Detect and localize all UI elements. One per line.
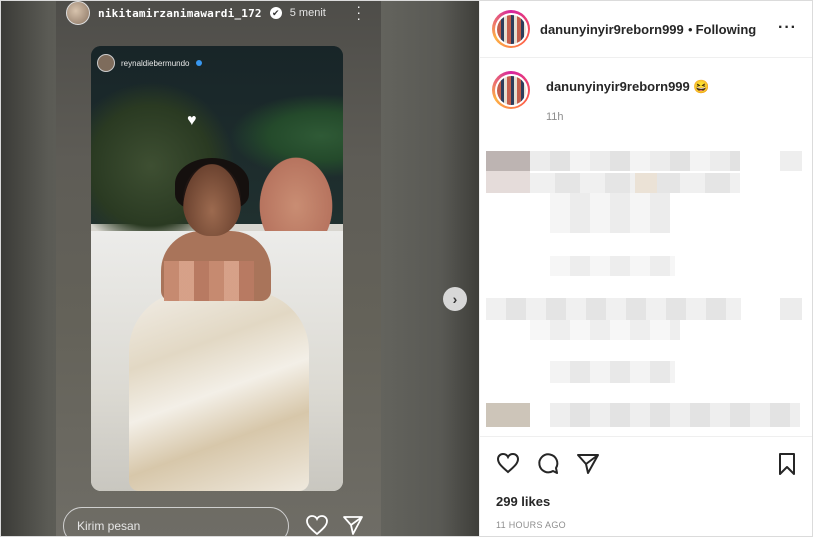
post-timestamp: 11 HOURS AGO [496, 520, 566, 530]
verified-icon: ✔ [269, 7, 282, 19]
post-actions: 299 likes 11 HOURS AGO [480, 436, 812, 536]
instagram-window: nikitamirzanimawardi_172 ✔ 5 menit · · · r… [0, 0, 813, 537]
comment-icon[interactable] [536, 452, 560, 476]
share-icon[interactable] [576, 452, 600, 476]
story-panel: nikitamirzanimawardi_172 ✔ 5 menit · · · r… [1, 1, 479, 536]
post-header-username[interactable]: danunyinyir9reborn999 [540, 22, 685, 37]
post-panel: danunyinyir9reborn999 • Following ··· da… [479, 1, 812, 536]
story-time: 5 menit [289, 7, 326, 19]
shared-story-username: reynaldiebermundo [121, 58, 190, 68]
story-header: nikitamirzanimawardi_172 ✔ 5 menit [66, 1, 326, 25]
story-viewer: nikitamirzanimawardi_172 ✔ 5 menit · · · r… [56, 1, 381, 536]
photo-dress [129, 291, 309, 491]
photo-face [183, 164, 241, 236]
more-options-icon[interactable]: ··· [778, 19, 797, 37]
avatar[interactable] [492, 71, 530, 109]
likes-count[interactable]: 299 likes [496, 494, 550, 509]
reply-placeholder: Kirim pesan [77, 519, 141, 533]
bookmark-icon[interactable] [777, 452, 797, 476]
like-heart-icon[interactable] [496, 452, 520, 474]
next-story-button[interactable]: › [443, 287, 467, 311]
more-vertical-icon[interactable]: · · · [356, 1, 361, 25]
story-username[interactable]: nikitamirzanimawardi_172 [98, 7, 262, 20]
post-header: danunyinyir9reborn999 • Following ··· [480, 1, 812, 58]
heart-icon[interactable] [305, 514, 329, 536]
verified-icon [195, 60, 202, 66]
caption-username-text: danunyinyir9reborn999 [546, 79, 690, 94]
separator-dot: • [688, 21, 693, 37]
shared-story-header: reynaldiebermundo [97, 54, 202, 72]
censor-blur [164, 261, 254, 301]
reply-input[interactable]: Kirim pesan [63, 507, 289, 536]
avatar[interactable] [66, 1, 90, 25]
chevron-right-icon: › [452, 291, 458, 307]
avatar [97, 54, 115, 72]
caption-username[interactable]: danunyinyir9reborn999 😆 [546, 79, 710, 95]
caption-emoji: 😆 [693, 79, 710, 94]
story-content-photo: reynaldiebermundo ♥ [91, 46, 343, 491]
caption-time: 11h [546, 111, 564, 123]
heart-icon: ♥ [187, 112, 197, 129]
avatar[interactable] [492, 10, 530, 48]
following-button[interactable]: Following [696, 22, 757, 37]
send-icon[interactable] [342, 514, 364, 536]
